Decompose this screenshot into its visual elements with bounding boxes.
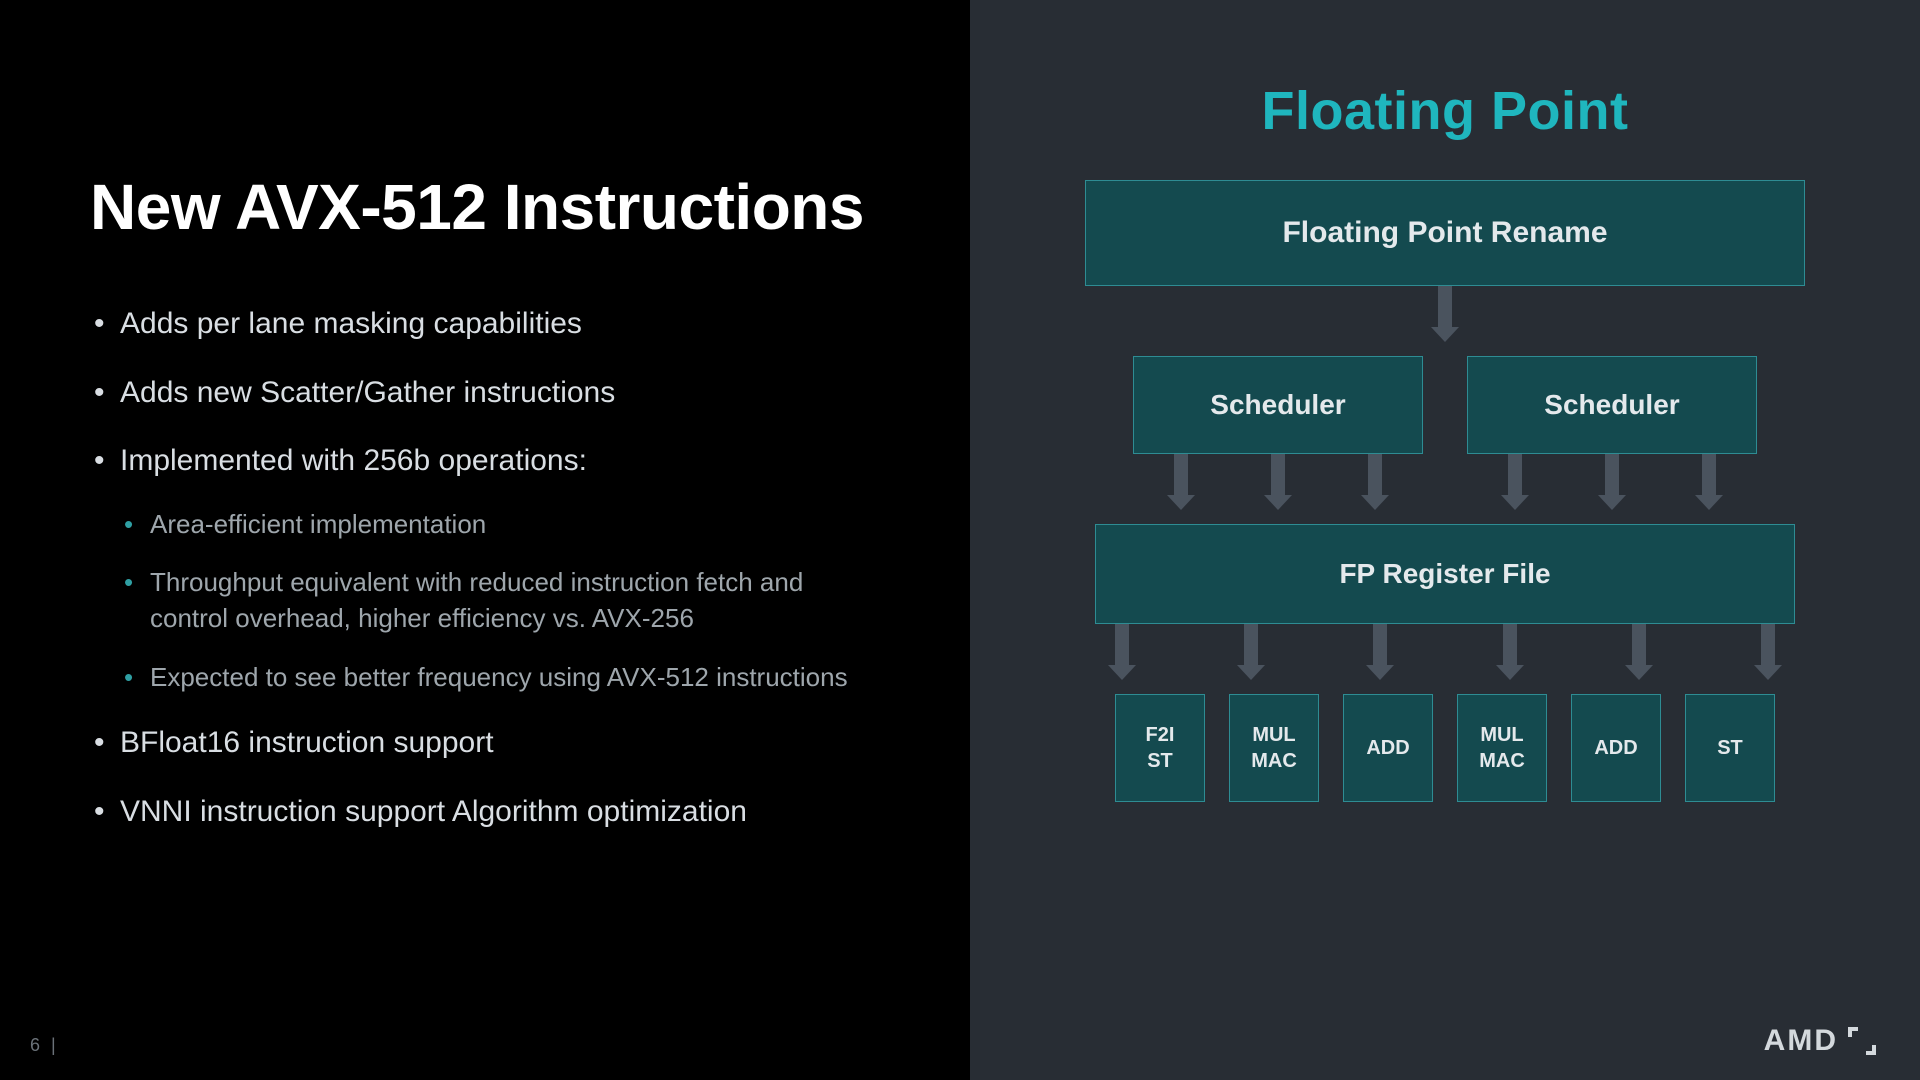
- arrow-down-icon: [1508, 454, 1522, 496]
- arrow-down-icon: [1174, 454, 1188, 496]
- amd-arrow-icon: [1848, 1027, 1876, 1055]
- bullet-item: VNNI instruction support Algorithm optim…: [90, 792, 880, 833]
- arrow-down-icon: [1632, 624, 1646, 666]
- block-scheduler-right: Scheduler: [1467, 356, 1757, 454]
- arrow-down-icon: [1271, 454, 1285, 496]
- block-unit-mul-mac: MUL MAC: [1457, 694, 1547, 802]
- brand-logo: AMD: [1764, 1024, 1876, 1058]
- arrow-down-icon: [1115, 624, 1129, 666]
- arrow-down-icon: [1702, 454, 1716, 496]
- bullet-item: Adds new Scatter/Gather instructions: [90, 373, 880, 414]
- sub-bullet-item: Throughput equivalent with reduced instr…: [120, 564, 880, 637]
- arrow-down-icon: [1438, 286, 1452, 328]
- block-unit-mul-mac: MUL MAC: [1229, 694, 1319, 802]
- arrow-down-icon: [1503, 624, 1517, 666]
- diagram-panel: Floating Point Floating Point Rename Sch…: [970, 0, 1920, 1080]
- scheduler-row: Scheduler Scheduler: [1133, 356, 1757, 454]
- bullet-list: Adds per lane masking capabilities Adds …: [90, 304, 880, 832]
- block-rename: Floating Point Rename: [1085, 180, 1805, 286]
- block-unit-add: ADD: [1571, 694, 1661, 802]
- arrow-rename-to-sched: [1438, 286, 1452, 342]
- sub-bullet-item: Area-efficient implementation: [120, 506, 880, 542]
- sub-bullet-list: Area-efficient implementation Throughput…: [120, 506, 880, 696]
- brand-text: AMD: [1764, 1024, 1838, 1058]
- block-unit-add: ADD: [1343, 694, 1433, 802]
- slide-title: New AVX-512 Instructions: [90, 170, 880, 244]
- arrow-down-icon: [1605, 454, 1619, 496]
- arrow-down-icon: [1373, 624, 1387, 666]
- block-unit-st: ST: [1685, 694, 1775, 802]
- arrow-down-icon: [1368, 454, 1382, 496]
- units-row: F2I ST MUL MAC ADD MUL MAC ADD ST: [1115, 694, 1775, 802]
- block-regfile: FP Register File: [1095, 524, 1795, 624]
- bullet-item: Implemented with 256b operations: Area-e…: [90, 441, 880, 695]
- bullet-text: Implemented with 256b operations:: [120, 444, 587, 477]
- arrow-down-icon: [1761, 624, 1775, 666]
- arrows-regfile-to-units: [1115, 624, 1775, 680]
- block-scheduler-left: Scheduler: [1133, 356, 1423, 454]
- diagram-title: Floating Point: [1262, 80, 1629, 142]
- bullet-item: Adds per lane masking capabilities: [90, 304, 880, 345]
- left-panel: New AVX-512 Instructions Adds per lane m…: [0, 0, 970, 1080]
- block-unit-f2i-st: F2I ST: [1115, 694, 1205, 802]
- bullet-item: BFloat16 instruction support: [90, 723, 880, 764]
- arrow-down-icon: [1244, 624, 1258, 666]
- sub-bullet-item: Expected to see better frequency using A…: [120, 659, 880, 695]
- arrows-sched-to-regfile: [1133, 454, 1757, 510]
- page-number: 6 |: [30, 1035, 59, 1056]
